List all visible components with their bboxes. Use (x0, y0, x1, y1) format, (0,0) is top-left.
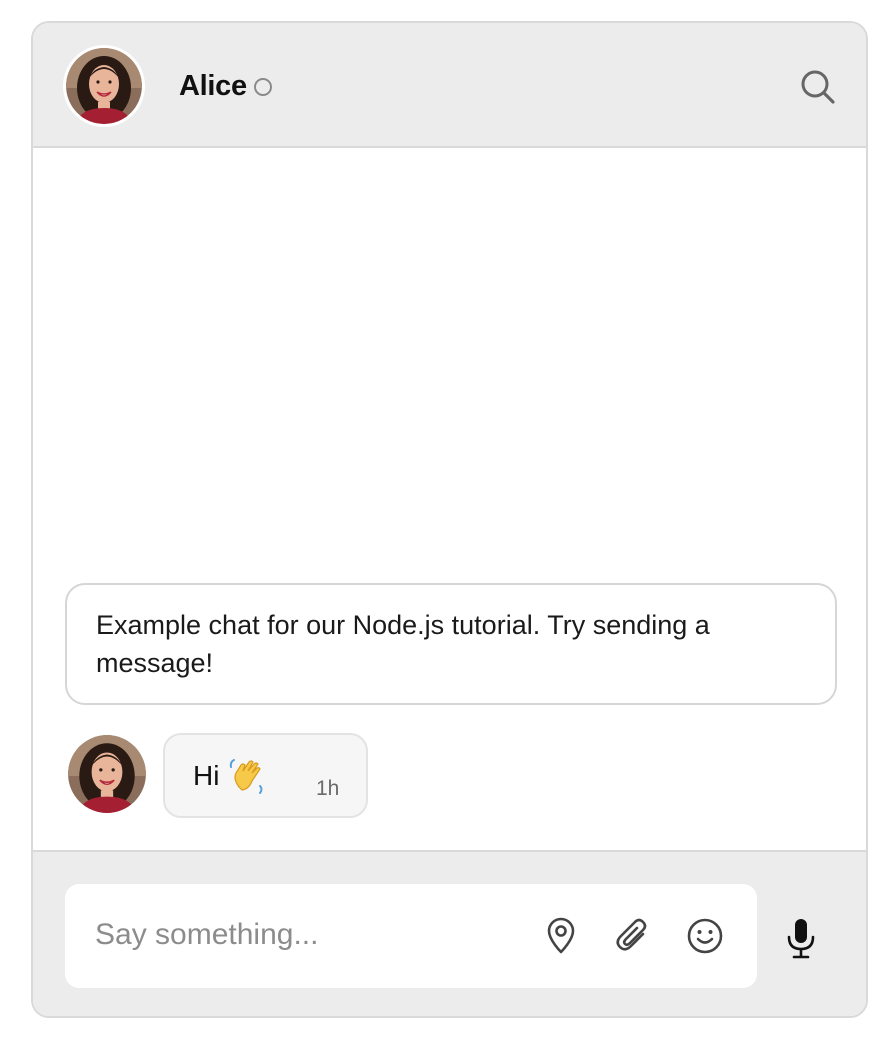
location-button[interactable] (541, 916, 581, 956)
emoji-button[interactable] (685, 916, 725, 956)
chat-header: Alice (33, 23, 866, 148)
chat-window: Alice Example chat for our Node.js tutor… (31, 21, 868, 1018)
paperclip-icon (616, 918, 647, 951)
search-icon (801, 70, 835, 104)
sender-avatar[interactable] (68, 735, 146, 813)
status-indicator (254, 78, 272, 96)
message-input-container (65, 884, 757, 988)
message-list: Example chat for our Node.js tutorial. T… (33, 148, 866, 850)
voice-record-button[interactable] (781, 916, 821, 960)
attach-button[interactable] (613, 916, 653, 956)
microphone-icon (787, 919, 815, 959)
contact-avatar[interactable] (63, 45, 145, 127)
search-button[interactable] (798, 67, 838, 107)
message-timestamp: 1h (316, 777, 340, 800)
message-bubble[interactable]: Hi 1h (163, 733, 368, 818)
composer-bar (33, 850, 866, 1016)
contact-name: Alice (179, 70, 247, 102)
system-message: Example chat for our Node.js tutorial. T… (65, 583, 837, 705)
message-input[interactable] (95, 910, 515, 960)
waving-hand-emoji (229, 759, 263, 794)
location-pin-icon (547, 917, 575, 954)
message-row: Hi 1h (68, 733, 866, 818)
smiley-icon (687, 918, 723, 954)
message-text: Hi (193, 760, 220, 791)
avatar-photo (66, 48, 142, 124)
